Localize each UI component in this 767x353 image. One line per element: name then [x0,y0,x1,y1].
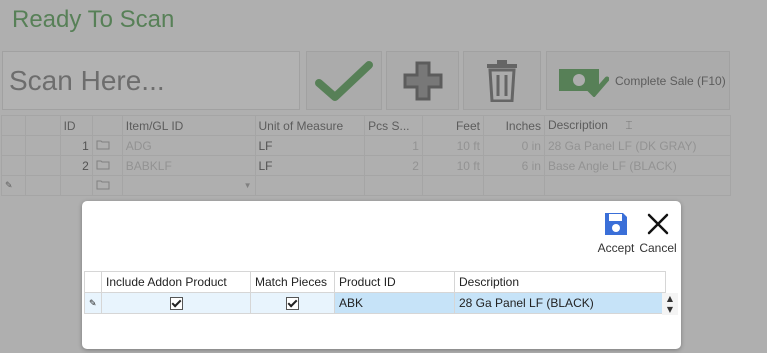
save-icon [605,213,627,235]
accept-label: Accept [597,241,635,255]
scroll-down-icon[interactable]: ▼ [662,304,678,315]
cancel-button[interactable]: Cancel [638,207,678,255]
addon-product-dialog: Accept Cancel Include Addon Product Matc… [82,201,681,349]
cell-description[interactable]: 28 Ga Panel LF (BLACK) [454,292,666,314]
accept-button[interactable]: Accept [596,207,636,255]
edit-pencil-icon: ✎ [84,292,102,314]
addon-header-row: Include Addon Product Match Pieces Produ… [84,271,666,293]
column-header-description[interactable]: Description [454,271,666,293]
column-header-match-pieces[interactable]: Match Pieces [250,271,335,293]
cancel-label: Cancel [639,241,677,255]
addon-grid: Include Addon Product Match Pieces Produ… [84,271,666,314]
checkbox-checked-icon [169,297,183,311]
column-header-include-addon[interactable]: Include Addon Product [101,271,251,293]
include-addon-checkbox[interactable] [101,292,251,314]
cell-product-id[interactable]: ABK [334,292,455,314]
close-icon [647,213,669,235]
scroll-up-icon[interactable]: ▲ [662,293,678,304]
row-indicator-header [84,271,102,293]
checkbox-checked-icon [286,297,299,311]
vertical-scrollbar[interactable]: ▲ ▼ [662,293,678,315]
match-pieces-checkbox[interactable] [250,292,335,314]
column-header-product-id[interactable]: Product ID [334,271,455,293]
table-row[interactable]: ✎ ABK 28 Ga Panel LF (BLACK) [84,292,666,314]
